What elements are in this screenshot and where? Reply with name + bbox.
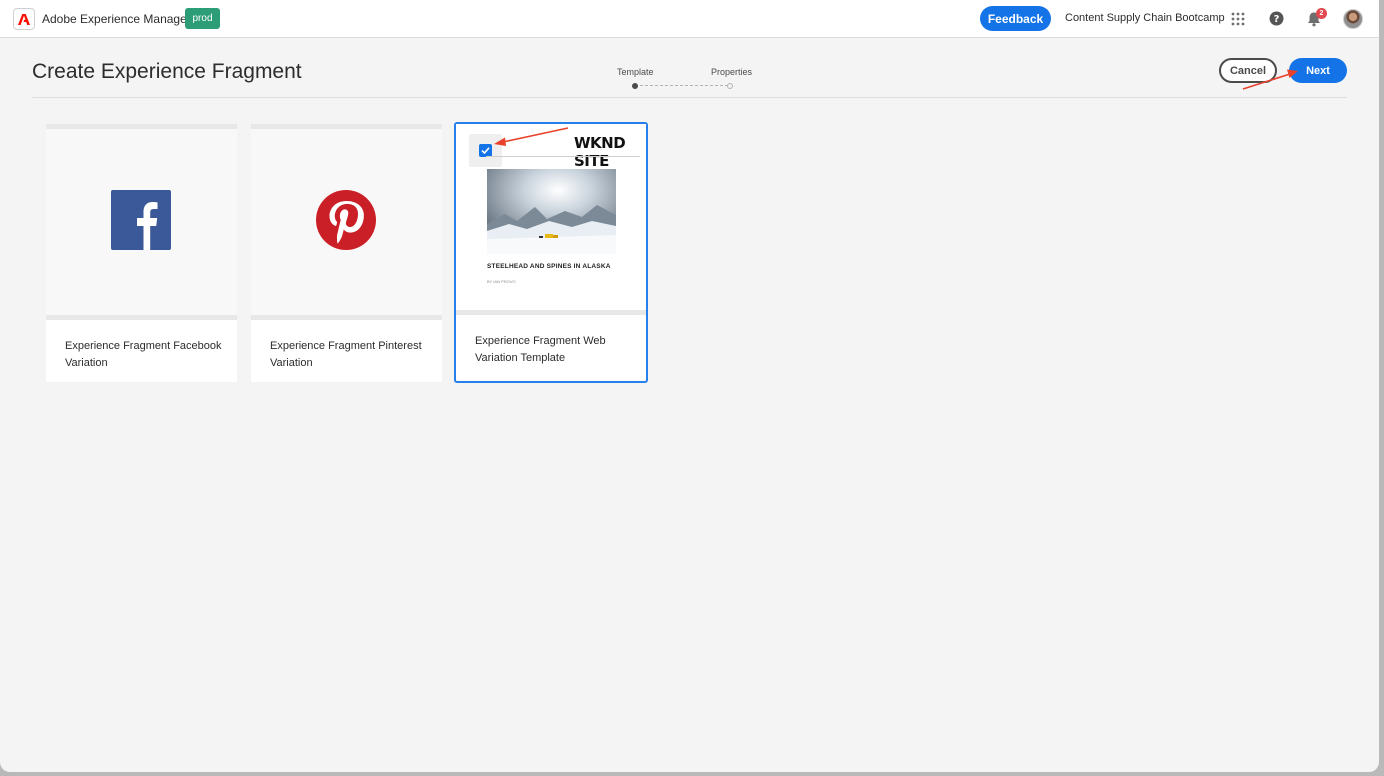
adobe-logo-icon[interactable] bbox=[13, 8, 35, 30]
apps-grid-icon[interactable] bbox=[1231, 12, 1245, 26]
help-icon[interactable]: ? bbox=[1269, 11, 1284, 26]
alaska-landscape-image bbox=[487, 169, 616, 254]
svg-text:?: ? bbox=[1274, 14, 1280, 25]
preview-byline: BY IAN PROVO bbox=[487, 279, 516, 284]
top-bar: Adobe Experience Manager prod Feedback C… bbox=[0, 0, 1379, 38]
step-template-label: Template bbox=[617, 67, 654, 77]
cancel-button[interactable]: Cancel bbox=[1219, 58, 1277, 83]
feedback-button[interactable]: Feedback bbox=[980, 6, 1051, 31]
card-divider bbox=[46, 315, 237, 320]
card-divider bbox=[251, 315, 442, 320]
select-checkbox-container[interactable] bbox=[469, 134, 502, 167]
card-title: Experience Fragment Pinterest Variation bbox=[270, 340, 422, 369]
notification-count-badge: 2 bbox=[1316, 8, 1327, 19]
facebook-logo-icon bbox=[111, 190, 171, 250]
step-properties-dot bbox=[727, 83, 733, 89]
user-avatar[interactable] bbox=[1343, 9, 1363, 29]
pinterest-logo-icon bbox=[316, 190, 376, 250]
card-title: Experience Fragment Web Variation Templa… bbox=[475, 335, 606, 364]
preview-divider bbox=[486, 156, 640, 157]
template-card-facebook[interactable]: Experience Fragment Facebook Variation bbox=[46, 124, 237, 382]
template-card-web-variation[interactable]: WKND SITE STEELHEAD AND SPINES IN ALASKA… bbox=[454, 122, 648, 383]
page-title: Create Experience Fragment bbox=[32, 60, 302, 83]
annotation-arrows bbox=[494, 69, 1298, 146]
app-title[interactable]: Adobe Experience Manager bbox=[42, 12, 191, 26]
wknd-brand-title: WKND SITE bbox=[574, 134, 626, 170]
checkmark-icon bbox=[481, 147, 490, 155]
step-connector bbox=[640, 85, 728, 86]
card-thumbnail: WKND SITE STEELHEAD AND SPINES IN ALASKA… bbox=[456, 124, 646, 310]
card-thumbnail bbox=[46, 129, 237, 315]
step-properties-label: Properties bbox=[711, 67, 753, 77]
app-window: Adobe Experience Manager prod Feedback C… bbox=[0, 0, 1379, 772]
org-switcher[interactable]: Content Supply Chain Bootcamp bbox=[1065, 12, 1225, 24]
card-divider bbox=[456, 310, 646, 315]
environment-badge: prod bbox=[185, 8, 220, 29]
template-card-pinterest[interactable]: Experience Fragment Pinterest Variation bbox=[251, 124, 442, 382]
next-button[interactable]: Next bbox=[1289, 58, 1347, 83]
preview-headline: STEELHEAD AND SPINES IN ALASKA bbox=[487, 263, 611, 270]
card-title: Experience Fragment Facebook Variation bbox=[65, 340, 222, 369]
step-template-dot bbox=[632, 83, 638, 89]
header-divider bbox=[32, 97, 1347, 98]
card-thumbnail bbox=[251, 129, 442, 315]
